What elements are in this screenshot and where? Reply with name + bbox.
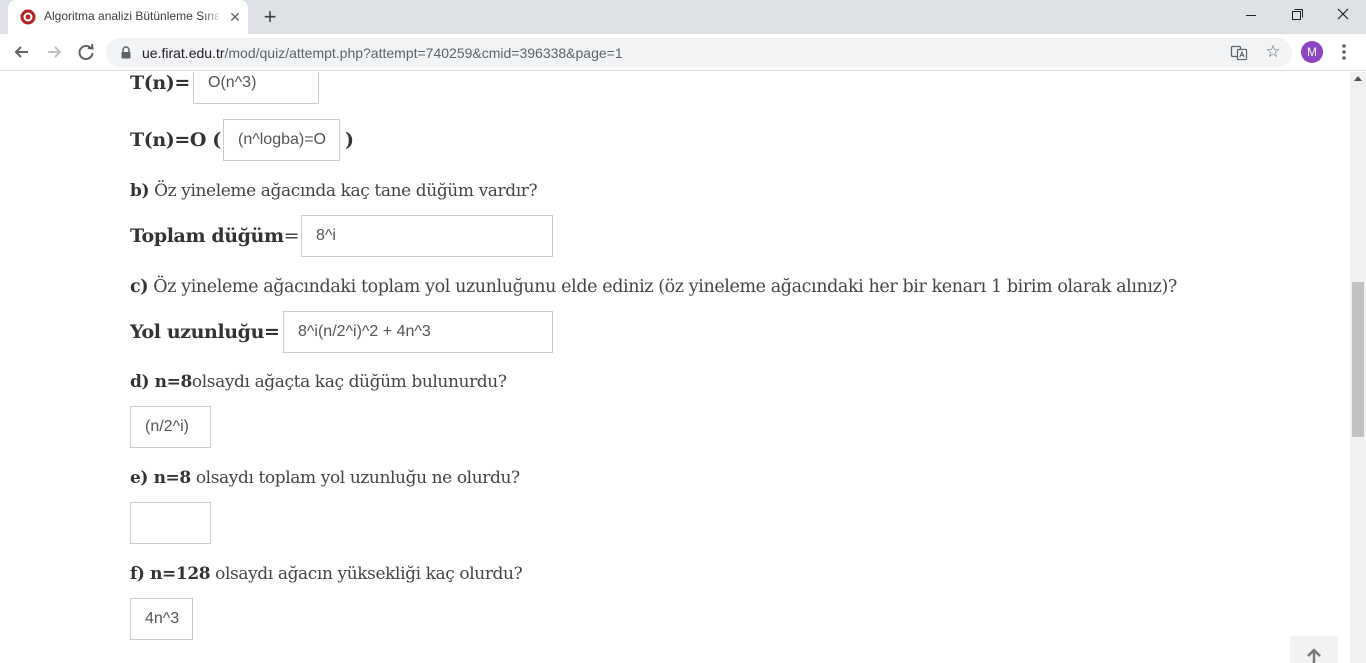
tn-answer-field[interactable]: O(n^3) [193, 72, 319, 104]
question-b: b) Öz yineleme ağacında kaç tane düğüm v… [130, 181, 538, 201]
question-f-bold: n=128 [144, 564, 211, 584]
question-c-letter: c) [130, 277, 149, 297]
question-f-letter: f) [130, 564, 145, 584]
page-scrollbar[interactable] [1350, 72, 1366, 663]
window-minimize-button[interactable] [1228, 0, 1274, 32]
window-close-button[interactable] [1320, 0, 1366, 32]
tno-answer-field[interactable]: (n^logba)=O [223, 119, 340, 161]
profile-avatar[interactable]: M [1301, 41, 1323, 63]
minimize-icon [1246, 15, 1256, 16]
question-f-text: olsaydı ağacın yüksekliği kaç olurdu? [210, 564, 523, 584]
tno-suffix: ) [345, 129, 354, 151]
question-b-text: Öz yineleme ağacında kaç tane düğüm vard… [149, 181, 538, 201]
site-favicon-icon [20, 9, 36, 25]
quiz-page: T(n)= O(n^3) T(n)=O ( (n^logba)=O ) b) Ö… [0, 72, 1350, 663]
scroll-up-arrow-icon[interactable] [1354, 76, 1362, 81]
b-label: Toplam düğüm [130, 225, 284, 247]
e-answer-field[interactable] [130, 502, 211, 544]
tab-title: Algoritma analizi Bütünleme Sınavı [44, 9, 219, 23]
tab-strip: Algoritma analizi Bütünleme Sınavı ✕ + [0, 0, 1366, 34]
url-text[interactable]: ue.firat.edu.tr/mod/quiz/attempt.php?att… [142, 45, 623, 61]
restore-icon [1292, 9, 1303, 20]
new-tab-button[interactable]: + [258, 5, 282, 29]
back-arrow-icon[interactable] [8, 38, 36, 66]
url-path: /mod/quiz/attempt.php?attempt=740259&cmi… [224, 45, 623, 61]
url-host: ue.firat.edu.tr [142, 45, 225, 61]
b-answer-field[interactable]: 8^i [301, 215, 553, 257]
b-equals: = [283, 225, 300, 247]
scrollbar-thumb[interactable] [1352, 282, 1364, 437]
tno-prefix: T(n)=O ( [130, 129, 221, 151]
tn-label: T(n)= [130, 72, 190, 94]
question-e-letter: e) [130, 468, 149, 488]
question-e-bold: n=8 [148, 468, 192, 488]
forward-arrow-icon[interactable] [40, 38, 68, 66]
back-to-top-button[interactable] [1290, 636, 1338, 663]
bookmark-star-icon[interactable]: ☆ [1264, 43, 1282, 61]
lock-icon [121, 46, 131, 59]
question-e: e) n=8 olsaydı toplam yol uzunluğu ne ol… [130, 468, 520, 488]
question-f: f) n=128 olsaydı ağacın yüksekliği kaç o… [130, 564, 523, 584]
f-answer-field[interactable]: 4n^3 [130, 598, 193, 640]
close-icon [1337, 8, 1349, 20]
question-e-text: olsaydı toplam yol uzunluğu ne olurdu? [190, 468, 520, 488]
window-restore-button[interactable] [1274, 0, 1320, 32]
question-c: c) Öz yineleme ağacındaki toplam yol uzu… [130, 277, 1177, 297]
question-d: d) n=8olsaydı ağaçta kaç düğüm bulunurdu… [130, 372, 507, 392]
address-bar[interactable]: ue.firat.edu.tr/mod/quiz/attempt.php?att… [106, 38, 1292, 67]
d-answer-field[interactable]: (n/2^i) [130, 406, 211, 448]
arrow-up-icon [1307, 648, 1321, 663]
browser-toolbar: ue.firat.edu.tr/mod/quiz/attempt.php?att… [0, 34, 1366, 71]
b-label-row: Toplam düğüm= [130, 225, 300, 247]
question-c-text: Öz yineleme ağacındaki toplam yol uzunlu… [148, 277, 1177, 297]
question-d-text: olsaydı ağaçta kaç düğüm bulunurdu? [191, 372, 507, 392]
c-answer-field[interactable]: 8^i(n/2^i)^2 + 4n^3 [283, 311, 553, 353]
question-d-bold: n=8 [149, 372, 193, 392]
tab-close-icon[interactable]: ✕ [226, 8, 244, 26]
question-b-letter: b) [130, 181, 150, 201]
question-d-letter: d) [130, 372, 150, 392]
translate-icon[interactable] [1230, 44, 1248, 62]
reload-icon[interactable] [72, 38, 100, 66]
kebab-menu-icon[interactable] [1334, 41, 1354, 63]
browser-tab[interactable]: Algoritma analizi Bütünleme Sınavı ✕ [8, 0, 248, 34]
c-label: Yol uzunluğu= [130, 321, 280, 343]
